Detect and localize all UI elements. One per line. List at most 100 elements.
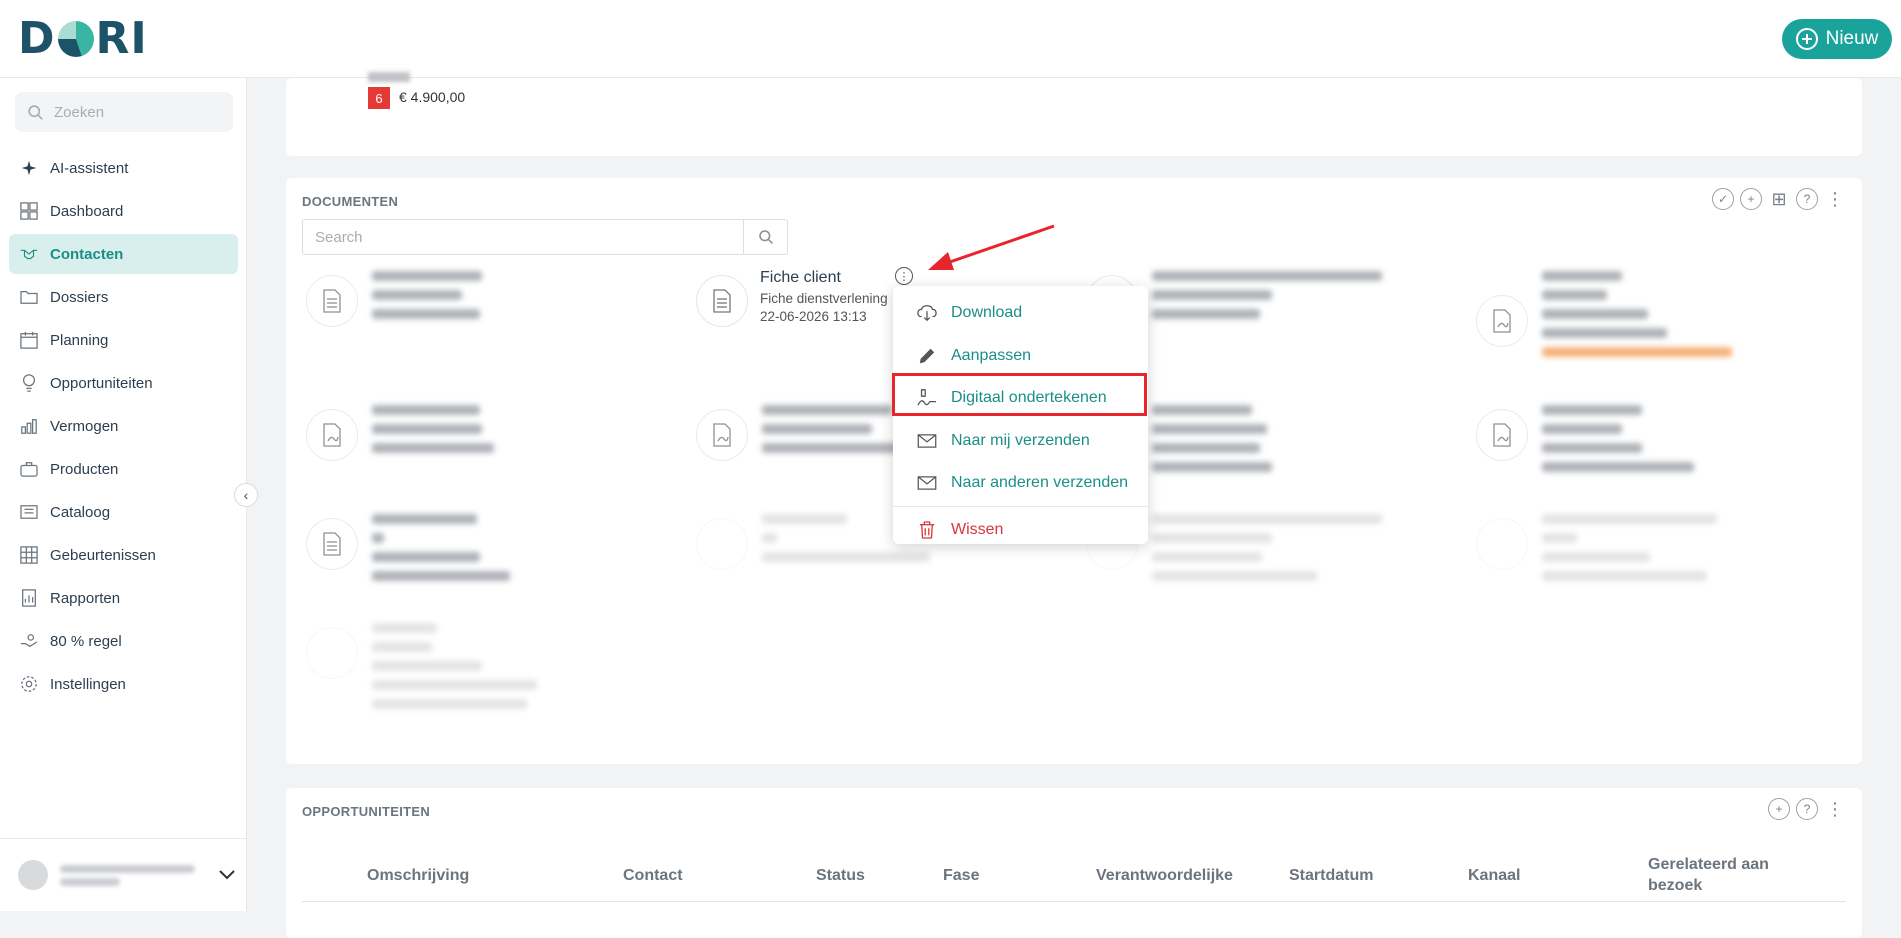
help-icon[interactable]: ? xyxy=(1796,798,1818,820)
dori-logo[interactable]: D RI xyxy=(18,13,148,64)
document-item[interactable] xyxy=(306,514,676,614)
document-icon xyxy=(306,518,358,570)
sidebar-item-dossiers[interactable]: Dossiers xyxy=(9,277,238,317)
annotation-arrow xyxy=(928,224,1055,270)
signed-document-icon xyxy=(1476,295,1528,347)
column-header[interactable]: Verantwoordelijke xyxy=(1096,850,1233,902)
sidebar-item-80-regel[interactable]: 80 % regel xyxy=(9,621,238,661)
cloud-download-icon xyxy=(917,303,937,323)
sidebar-item-label: Dashboard xyxy=(50,202,124,220)
top-bar: D RI Nieuw xyxy=(0,0,1901,78)
sidebar-search-placeholder: Zoeken xyxy=(54,103,105,121)
envelope-icon xyxy=(917,431,937,451)
add-circle-icon[interactable]: + xyxy=(1768,798,1790,820)
avatar xyxy=(18,860,48,890)
blurred-document-text xyxy=(1542,405,1694,481)
check-circle-icon[interactable]: ✓ xyxy=(1712,188,1734,210)
document-type: Fiche dienstverlening xyxy=(760,291,888,306)
document-more-options-button[interactable]: ⋮ xyxy=(895,267,913,285)
lightbulb-icon xyxy=(20,374,38,392)
signed-document-icon xyxy=(306,409,358,461)
blurred-document-text xyxy=(372,405,494,462)
menu-item-aanpassen[interactable]: Aanpassen xyxy=(893,335,1148,378)
documents-toolbar: ✓ + ⊞ ? ⋮ xyxy=(1712,188,1846,210)
catalog-icon xyxy=(20,503,38,521)
document-item[interactable] xyxy=(306,271,676,371)
column-header[interactable]: Contact xyxy=(623,850,683,902)
sidebar-item-dashboard[interactable]: Dashboard xyxy=(9,191,238,231)
sidebar-item-instellingen[interactable]: Instellingen xyxy=(9,664,238,704)
document-item[interactable] xyxy=(1476,405,1846,505)
blurred-document-text xyxy=(1152,514,1382,590)
opportunities-card: OPPORTUNITEITEN + ? ⋮ Omschrijving Conta… xyxy=(286,788,1862,938)
column-header[interactable]: Status xyxy=(816,850,865,902)
signature-icon xyxy=(917,388,937,408)
pencil-icon xyxy=(917,346,937,366)
documents-search-button[interactable] xyxy=(743,220,787,254)
sidebar-item-label: AI-assistent xyxy=(50,159,129,177)
menu-item-naar-mij-verzenden[interactable]: Naar mij verzenden xyxy=(893,420,1148,463)
envelope-icon xyxy=(917,473,937,493)
document-item[interactable] xyxy=(306,405,676,505)
sidebar-item-cataloog[interactable]: Cataloog xyxy=(9,492,238,532)
menu-item-download[interactable]: Download xyxy=(893,292,1148,335)
reports-icon xyxy=(20,589,38,607)
documents-search-input[interactable]: Search xyxy=(302,219,788,255)
sidebar-item-label: Dossiers xyxy=(50,288,109,306)
menu-item-label: Wissen xyxy=(951,520,1004,538)
chevron-down-icon[interactable] xyxy=(219,870,235,880)
new-button-label: Nieuw xyxy=(1825,28,1879,49)
opportunities-table-header: Omschrijving Contact Status Fase Verantw… xyxy=(302,850,1846,902)
more-vertical-icon[interactable]: ⋮ xyxy=(1824,798,1846,820)
menu-item-wissen[interactable]: Wissen xyxy=(893,509,1148,552)
sidebar-item-label: Opportuniteiten xyxy=(50,374,153,392)
chevron-left-icon: ‹ xyxy=(243,487,249,503)
document-item[interactable] xyxy=(1476,514,1846,614)
menu-item-label: Digitaal ondertekenen xyxy=(951,389,1107,407)
sidebar-item-rapporten[interactable]: Rapporten xyxy=(9,578,238,618)
add-circle-icon[interactable]: + xyxy=(1740,188,1762,210)
document-item[interactable] xyxy=(306,623,676,723)
sidebar-item-label: Cataloog xyxy=(50,503,111,521)
document-item[interactable] xyxy=(1476,271,1846,371)
new-button[interactable]: Nieuw xyxy=(1782,19,1892,59)
trash-icon xyxy=(917,520,937,540)
help-icon[interactable]: ? xyxy=(1796,188,1818,210)
sidebar-search-input[interactable]: Zoeken xyxy=(15,92,233,132)
documents-search-placeholder: Search xyxy=(315,228,363,246)
tree-structure-icon[interactable]: ⊞ xyxy=(1768,188,1790,210)
column-header[interactable]: Gerelateerd aan bezoek xyxy=(1648,850,1798,902)
sidebar-item-contacten[interactable]: Contacten xyxy=(9,234,238,274)
sidebar-item-label: Gebeurtenissen xyxy=(50,546,156,564)
user-name-blurred xyxy=(60,864,195,886)
column-header[interactable]: Omschrijving xyxy=(367,850,469,902)
search-icon xyxy=(758,230,773,244)
sidebar-item-gebeurtenissen[interactable]: Gebeurtenissen xyxy=(9,535,238,575)
sidebar-item-label: Vermogen xyxy=(50,417,119,435)
more-vertical-icon[interactable]: ⋮ xyxy=(1824,188,1846,210)
column-header[interactable]: Startdatum xyxy=(1289,850,1373,902)
user-profile[interactable] xyxy=(0,838,247,911)
column-header[interactable]: Fase xyxy=(943,850,979,902)
sidebar: Zoeken AI-assistent Dashboard Contacten … xyxy=(0,78,247,911)
menu-item-label: Aanpassen xyxy=(951,346,1032,364)
sidebar-item-producten[interactable]: Producten xyxy=(9,449,238,489)
search-icon xyxy=(28,104,43,120)
blurred-document-text xyxy=(1542,271,1732,366)
sidebar-item-vermogen[interactable]: Vermogen xyxy=(9,406,238,446)
sidebar-item-planning[interactable]: Planning xyxy=(9,320,238,360)
column-header[interactable]: Kanaal xyxy=(1468,850,1520,902)
sidebar-item-ai-assistent[interactable]: AI-assistent xyxy=(9,148,238,188)
menu-item-digitaal-ondertekenen[interactable]: Digitaal ondertekenen xyxy=(893,377,1148,420)
menu-item-naar-anderen-verzenden[interactable]: Naar anderen verzenden xyxy=(893,462,1148,505)
document-title: Fiche client xyxy=(760,269,841,286)
blurred-document-text xyxy=(372,623,537,718)
documents-title: DOCUMENTEN xyxy=(302,194,399,209)
document-icon xyxy=(696,275,748,327)
amount-value: € 4.900,00 xyxy=(399,89,466,105)
sidebar-item-opportuniteiten[interactable]: Opportuniteiten xyxy=(9,363,238,403)
count-badge: 6 xyxy=(368,87,390,109)
summary-card: 6 € 4.900,00 xyxy=(286,72,1862,156)
collapse-sidebar-button[interactable]: ‹ xyxy=(234,483,258,507)
sidebar-item-label: Instellingen xyxy=(50,675,126,693)
